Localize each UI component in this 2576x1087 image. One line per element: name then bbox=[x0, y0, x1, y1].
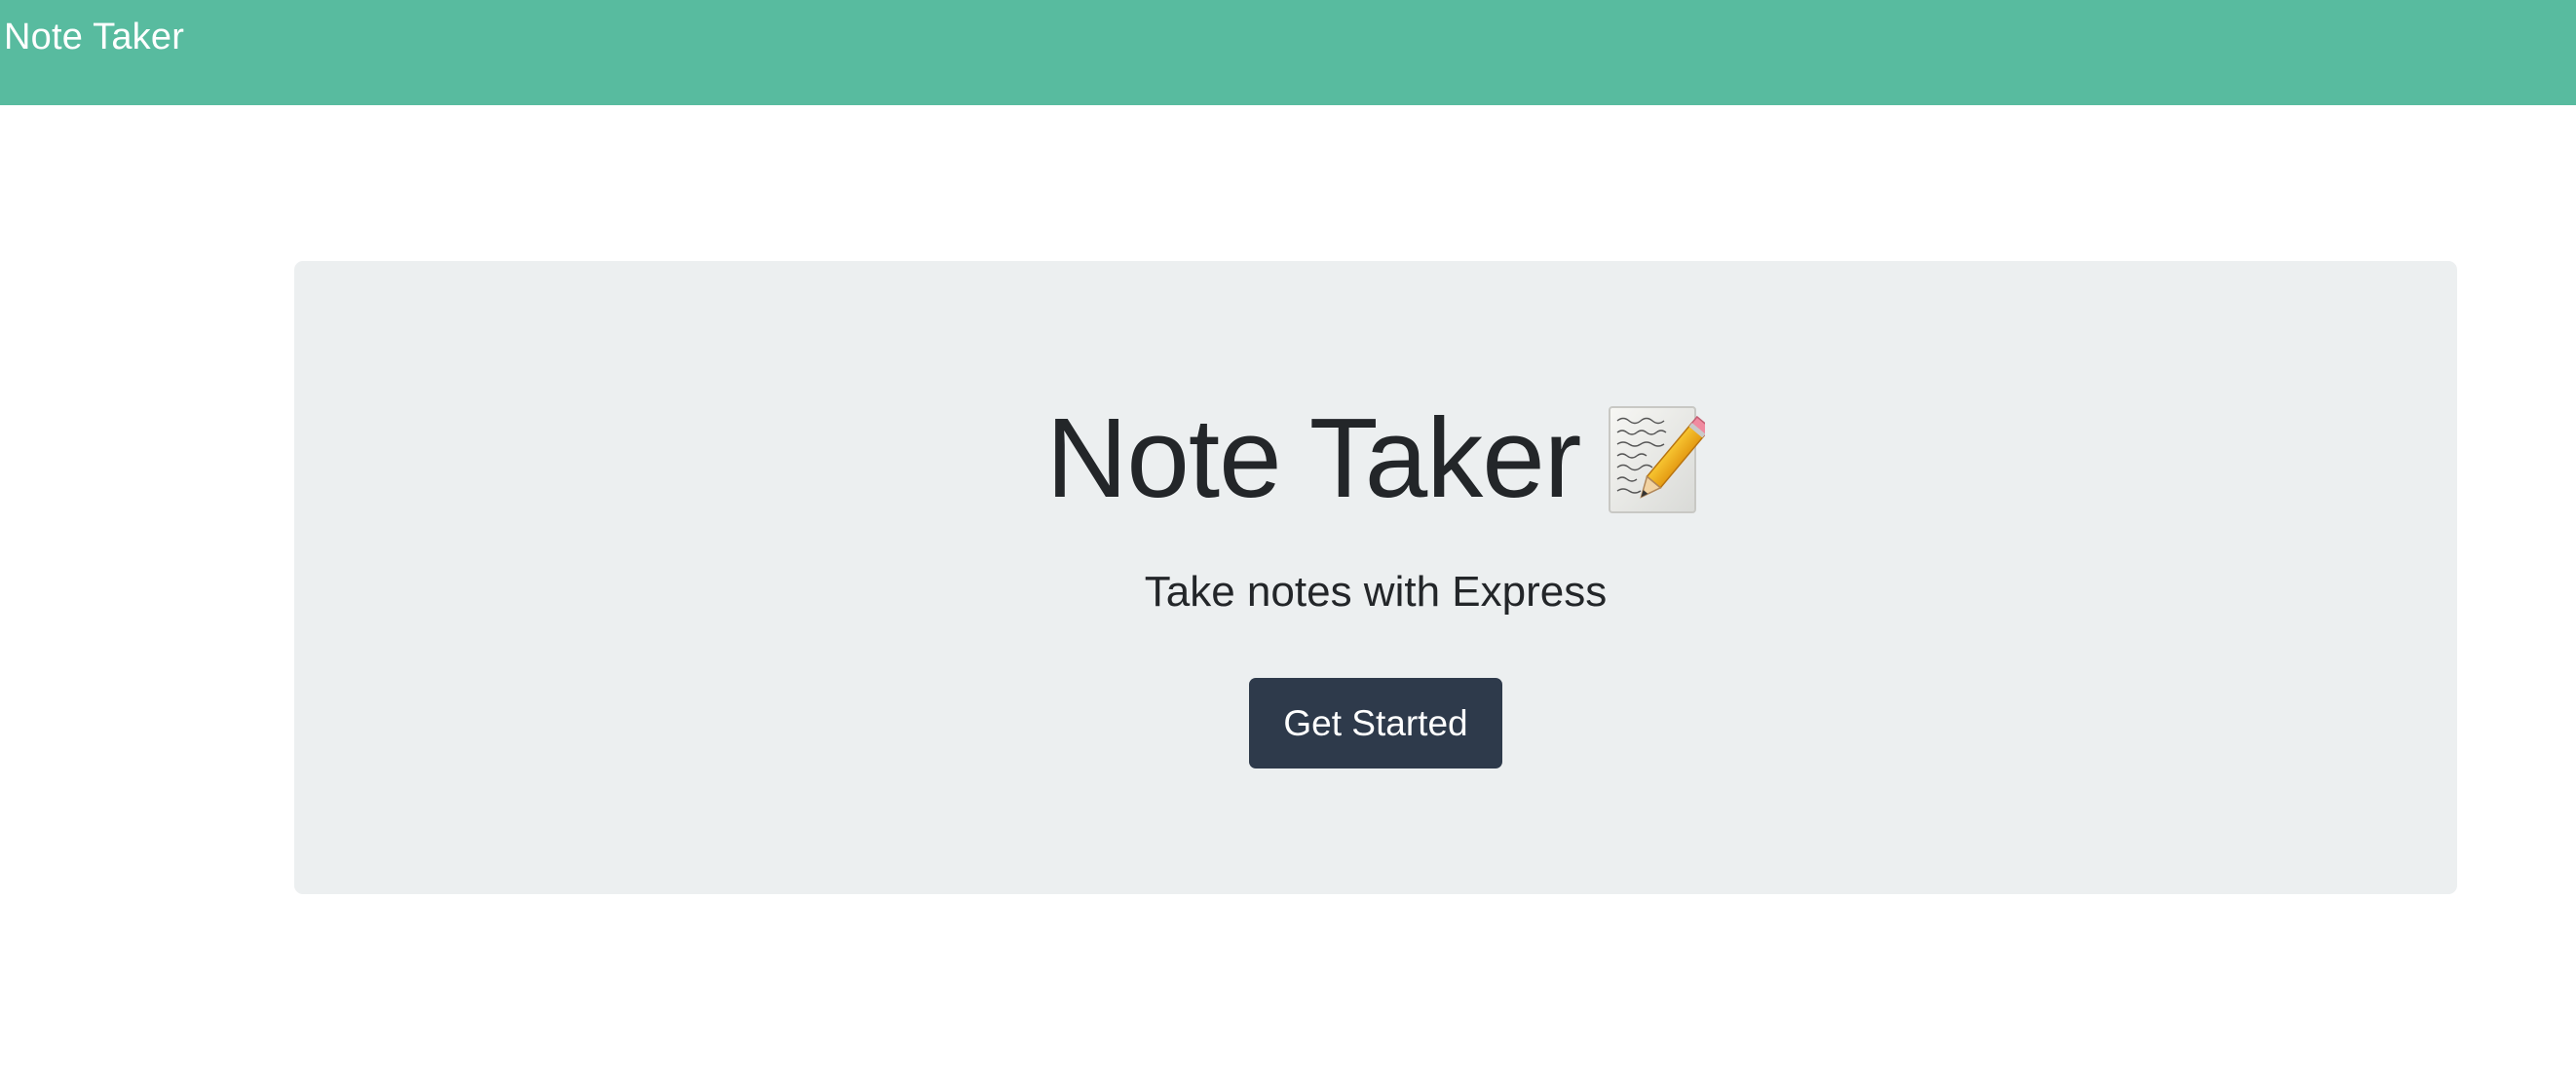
hero-title: Note Taker bbox=[294, 390, 2457, 526]
top-navbar: Note Taker bbox=[0, 0, 2576, 105]
hero-subtitle: Take notes with Express bbox=[1144, 568, 1608, 616]
hero-title-text: Note Taker bbox=[1045, 394, 1582, 521]
memo-icon bbox=[1608, 405, 1713, 514]
hero-panel: Note Taker Take notes with Express Get S… bbox=[294, 261, 2457, 894]
navbar-brand-link[interactable]: Note Taker bbox=[4, 14, 184, 60]
get-started-button[interactable]: Get Started bbox=[1249, 678, 1502, 768]
